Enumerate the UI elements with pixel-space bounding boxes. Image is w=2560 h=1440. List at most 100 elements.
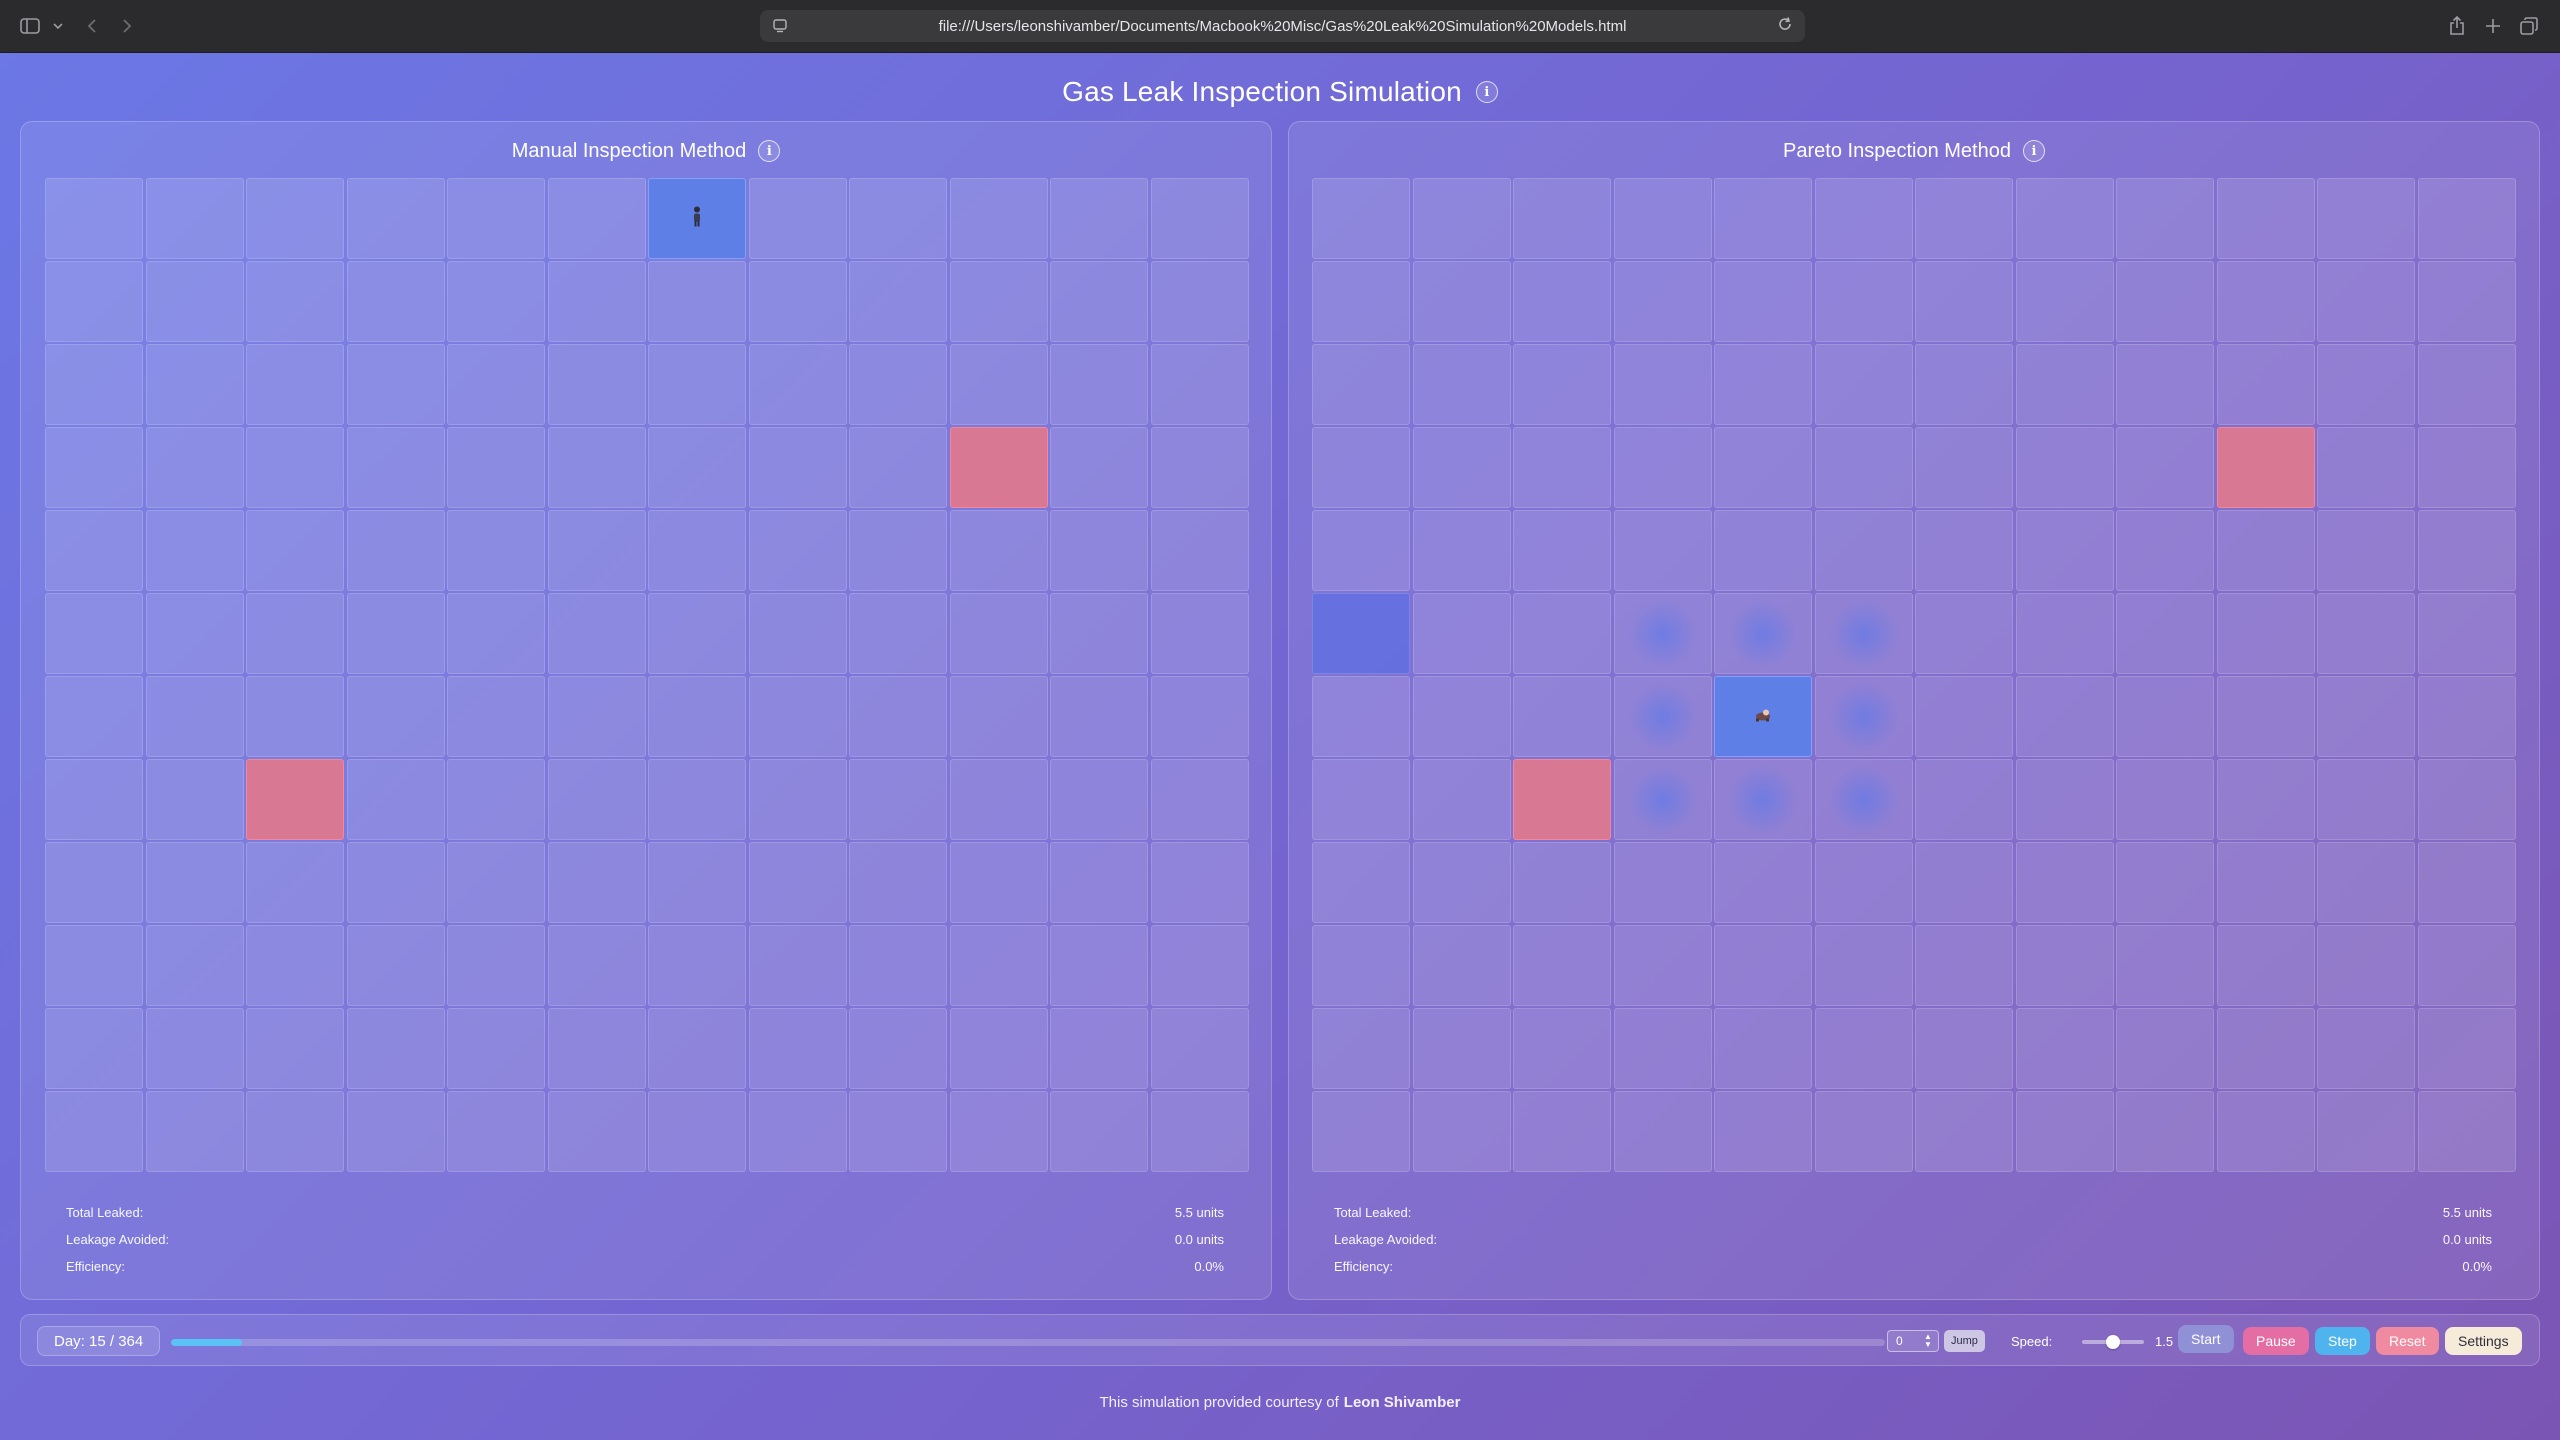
grid-cell[interactable] [1613, 842, 1712, 923]
grid-cell[interactable] [1613, 1091, 1712, 1172]
grid-cell[interactable] [447, 427, 545, 508]
grid-cell[interactable] [1150, 261, 1249, 342]
grid-cell[interactable] [145, 593, 244, 674]
grid-cell[interactable] [246, 842, 344, 923]
search-zone-cell[interactable] [1613, 676, 1712, 757]
grid-cell[interactable] [447, 178, 545, 259]
grid-cell[interactable] [547, 510, 646, 591]
grid-cell[interactable] [1150, 344, 1249, 425]
grid-cell[interactable] [1050, 427, 1148, 508]
tab-overview-icon[interactable] [2518, 14, 2540, 38]
grid-cell[interactable] [1613, 510, 1712, 591]
grid-cell[interactable] [1613, 1008, 1712, 1089]
grid-cell[interactable] [748, 925, 847, 1006]
grid-cell[interactable] [849, 427, 947, 508]
search-zone-cell[interactable] [1814, 676, 1913, 757]
grid-cell[interactable] [2216, 1008, 2315, 1089]
grid-cell[interactable] [346, 759, 445, 840]
grid-cell[interactable] [2116, 925, 2214, 1006]
grid-cell[interactable] [1412, 676, 1511, 757]
grid-cell[interactable] [2015, 593, 2114, 674]
grid-cell[interactable] [1412, 759, 1511, 840]
search-zone-cell[interactable] [1613, 593, 1712, 674]
leak-cell[interactable] [246, 759, 344, 840]
inspector-cell[interactable] [648, 178, 746, 259]
grid-cell[interactable] [2116, 344, 2214, 425]
step-button[interactable]: Step [2315, 1327, 2370, 1355]
grid-cell[interactable] [346, 925, 445, 1006]
grid-cell[interactable] [1613, 344, 1712, 425]
grid-cell[interactable] [1814, 344, 1913, 425]
leak-cell[interactable] [1513, 759, 1611, 840]
grid-cell[interactable] [45, 759, 143, 840]
grid-cell[interactable] [1412, 178, 1511, 259]
grid-cell[interactable] [748, 1008, 847, 1089]
grid-cell[interactable] [1513, 344, 1611, 425]
grid-cell[interactable] [145, 427, 244, 508]
grid-cell[interactable] [2417, 178, 2516, 259]
grid-cell[interactable] [447, 593, 545, 674]
grid-cell[interactable] [748, 261, 847, 342]
grid-cell[interactable] [2116, 261, 2214, 342]
grid-cell[interactable] [45, 344, 143, 425]
grid-cell[interactable] [447, 510, 545, 591]
day-progress-bar[interactable] [171, 1339, 1885, 1346]
visited-cell[interactable] [1312, 593, 1410, 674]
grid-cell[interactable] [1915, 676, 2013, 757]
chevron-down-icon[interactable] [50, 14, 66, 38]
grid-cell[interactable] [2417, 261, 2516, 342]
speed-slider[interactable] [2082, 1335, 2144, 1349]
grid-cell[interactable] [849, 759, 947, 840]
grid-cell[interactable] [1150, 593, 1249, 674]
back-icon[interactable] [82, 14, 102, 38]
grid-cell[interactable] [1714, 178, 1812, 259]
grid-cell[interactable] [648, 344, 746, 425]
grid-cell[interactable] [1312, 344, 1410, 425]
grid-cell[interactable] [346, 676, 445, 757]
grid-cell[interactable] [346, 1008, 445, 1089]
search-zone-cell[interactable] [1714, 759, 1812, 840]
grid-cell[interactable] [1150, 759, 1249, 840]
leak-cell[interactable] [2216, 427, 2315, 508]
grid-cell[interactable] [145, 344, 244, 425]
grid-cell[interactable] [1714, 344, 1812, 425]
grid-cell[interactable] [45, 1091, 143, 1172]
grid-cell[interactable] [45, 178, 143, 259]
grid-cell[interactable] [2116, 676, 2214, 757]
grid-cell[interactable] [849, 676, 947, 757]
grid-cell[interactable] [1050, 1091, 1148, 1172]
grid-cell[interactable] [1050, 925, 1148, 1006]
grid-cell[interactable] [2015, 925, 2114, 1006]
grid-cell[interactable] [1915, 759, 2013, 840]
grid-cell[interactable] [2417, 759, 2516, 840]
grid-cell[interactable] [849, 510, 947, 591]
grid-cell[interactable] [1513, 593, 1611, 674]
grid-cell[interactable] [2015, 676, 2114, 757]
grid-cell[interactable] [648, 261, 746, 342]
grid-cell[interactable] [547, 593, 646, 674]
grid-cell[interactable] [1714, 1091, 1812, 1172]
grid-cell[interactable] [346, 842, 445, 923]
settings-button[interactable]: Settings [2445, 1327, 2522, 1355]
grid-cell[interactable] [447, 759, 545, 840]
grid-cell[interactable] [246, 178, 344, 259]
grid-cell[interactable] [1312, 261, 1410, 342]
grid-cell[interactable] [2317, 510, 2415, 591]
grid-cell[interactable] [748, 676, 847, 757]
grid-cell[interactable] [949, 593, 1048, 674]
grid-cell[interactable] [346, 344, 445, 425]
jump-button[interactable]: Jump [1944, 1330, 1985, 1352]
grid-cell[interactable] [346, 510, 445, 591]
grid-cell[interactable] [1814, 842, 1913, 923]
grid-cell[interactable] [2015, 1091, 2114, 1172]
grid-cell[interactable] [1150, 510, 1249, 591]
grid-cell[interactable] [1915, 842, 2013, 923]
pause-button[interactable]: Pause [2243, 1327, 2309, 1355]
grid-cell[interactable] [2417, 676, 2516, 757]
grid-cell[interactable] [748, 510, 847, 591]
grid-cell[interactable] [246, 925, 344, 1006]
grid-cell[interactable] [1050, 676, 1148, 757]
grid-cell[interactable] [849, 178, 947, 259]
info-icon[interactable]: i [758, 140, 781, 162]
sidebar-toggle-icon[interactable] [18, 14, 42, 38]
